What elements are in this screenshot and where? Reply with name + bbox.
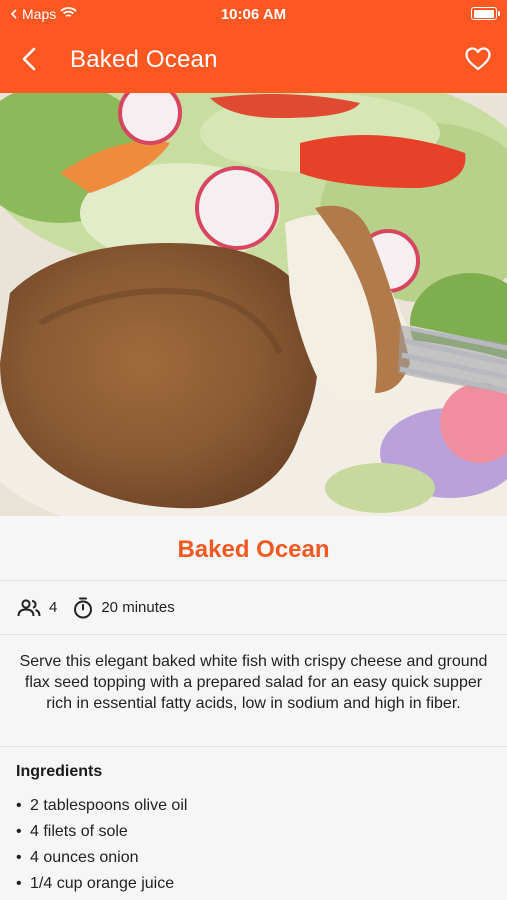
favorite-button[interactable] (463, 44, 493, 74)
ingredients-section: Ingredients • 2 tablespoons olive oil • 4 … (0, 747, 507, 900)
header: Maps 10:06 AM Baked Ocean (0, 0, 507, 93)
ingredients-list: • 2 tablespoons olive oil • 4 filets of so… (16, 793, 491, 897)
people-icon (17, 598, 41, 616)
app-bar-title: Baked Ocean (70, 46, 218, 73)
clock: 10:06 AM (220, 6, 287, 23)
recipe-description: Serve this elegant baked white fish with… (0, 635, 507, 747)
timer-icon (74, 597, 93, 618)
cook-time: 20 minutes (73, 597, 175, 619)
heart-icon (465, 47, 491, 71)
status-bar: Maps 10:06 AM (0, 0, 507, 30)
ingredient-item: • 4 filets of sole (16, 823, 128, 840)
recipe-title: Baked Ocean (177, 536, 330, 563)
recipe-meta: 4 20 minutes (0, 581, 507, 635)
ingredient-item: • 2 tablespoons olive oil (16, 797, 188, 814)
chevron-left-icon (22, 47, 36, 71)
battery-icon (471, 7, 500, 20)
recipe-title-section: Baked Ocean (0, 516, 507, 581)
servings-count: 4 (49, 599, 58, 616)
servings: 4 (17, 598, 58, 617)
back-button[interactable] (14, 44, 44, 74)
cook-time-label: 20 minutes (101, 599, 175, 616)
ingredient-item: • 1/4 cup orange juice (16, 875, 175, 892)
recipe-photo (0, 93, 507, 516)
ingredients-heading: Ingredients (16, 763, 103, 780)
ingredient-item: • 4 ounces onion (16, 849, 139, 866)
app-bar: Baked Ocean (0, 30, 507, 93)
